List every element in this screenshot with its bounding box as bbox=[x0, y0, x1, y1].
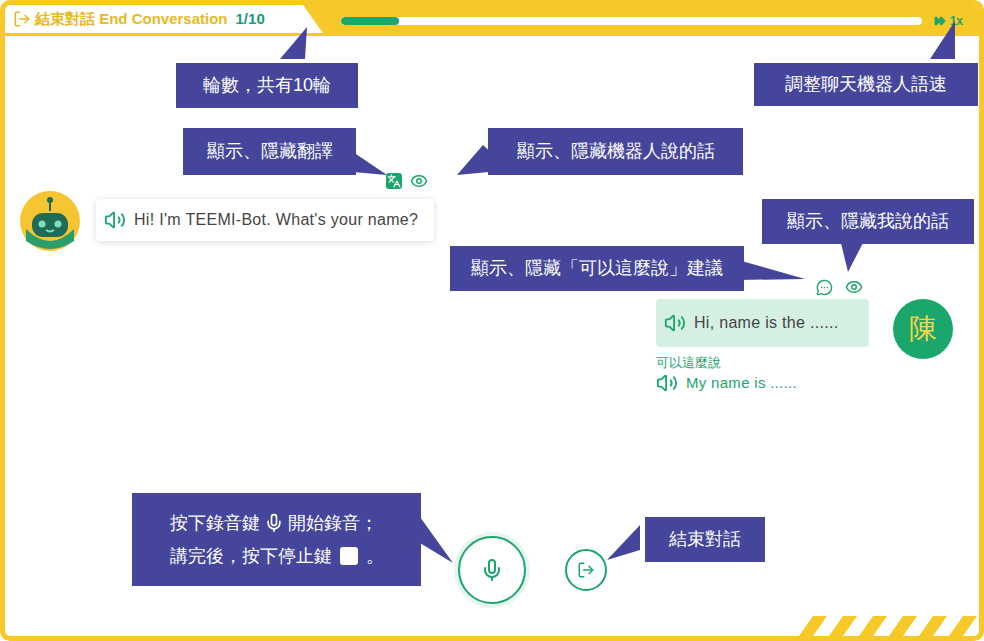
corner-stripes-icon bbox=[789, 612, 979, 636]
speaker-icon[interactable] bbox=[104, 209, 126, 231]
exit-icon[interactable] bbox=[13, 10, 31, 28]
mic-icon bbox=[480, 558, 504, 582]
app-frame: 結束對話 End Conversation 1/10 1x Hi! I'm TEEMI… bbox=[0, 0, 984, 641]
mic-icon bbox=[264, 513, 284, 533]
round-counter: 1/10 bbox=[236, 8, 265, 31]
stop-square-icon bbox=[340, 547, 358, 565]
exit-icon bbox=[577, 561, 595, 579]
progress-track bbox=[341, 17, 922, 25]
user-bubble: Hi, name is the ...... bbox=[656, 299, 869, 347]
record-button[interactable] bbox=[458, 536, 526, 604]
progress-fill bbox=[341, 17, 399, 25]
end-conversation-button[interactable] bbox=[565, 549, 607, 591]
translate-icon bbox=[387, 174, 401, 188]
translate-toggle[interactable] bbox=[386, 173, 402, 189]
annotation-callout: 顯示、隱藏機器人說的話 bbox=[488, 128, 743, 175]
end-conversation-link[interactable]: 結束對話 End Conversation bbox=[35, 8, 228, 31]
annotation-callout: 輪數，共有10輪 bbox=[176, 63, 358, 108]
speed-control[interactable]: 1x bbox=[934, 12, 963, 30]
annotation-callout: 顯示、隱藏「可以這麼說」建議 bbox=[450, 246, 744, 291]
speaker-icon[interactable] bbox=[656, 372, 678, 394]
suggestion-label: 可以這麼說 bbox=[656, 354, 721, 372]
annotation-callout: 調整聊天機器人語速 bbox=[754, 63, 978, 106]
annotation-callout: 顯示、隱藏翻譯 bbox=[183, 128, 356, 175]
fast-forward-icon bbox=[934, 15, 946, 27]
header-bar: 結束對話 End Conversation 1/10 1x bbox=[5, 5, 979, 36]
annotation-callout: 結束對話 bbox=[645, 517, 765, 562]
bot-avatar-icon bbox=[20, 191, 80, 251]
annotation-callout: 顯示、隱藏我說的話 bbox=[762, 199, 974, 244]
show-user-text-eye-icon[interactable] bbox=[845, 278, 863, 296]
user-avatar: 陳 bbox=[893, 299, 953, 359]
show-bot-text-eye-icon[interactable] bbox=[410, 172, 428, 190]
user-message-row: Hi, name is the ...... 可以這麼說My name is ..… bbox=[5, 279, 979, 395]
suggestion-toggle-icon[interactable] bbox=[816, 279, 833, 296]
speaker-icon[interactable] bbox=[664, 312, 686, 334]
annotation-callout: 按下錄音鍵開始錄音；講完後，按下停止鍵。 bbox=[132, 493, 421, 586]
bot-bubble: Hi! I'm TEEMI-Bot. What's your name? bbox=[96, 199, 434, 241]
suggestion-row: My name is ...... bbox=[656, 372, 797, 395]
